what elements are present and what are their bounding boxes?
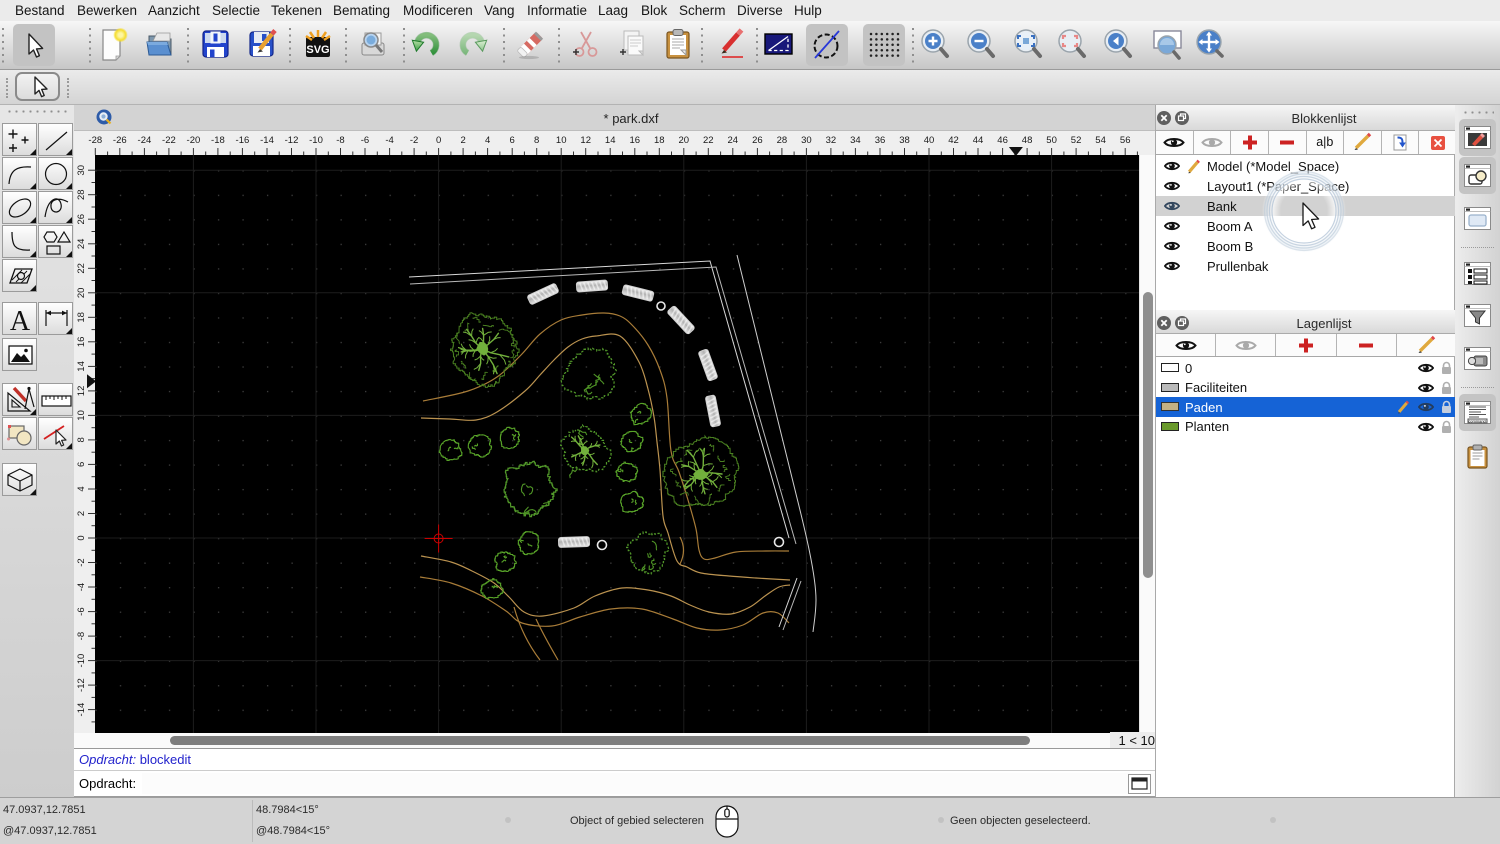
svg-text:20: 20	[679, 135, 690, 146]
svg-text:28: 28	[777, 135, 788, 146]
svg-text:10: 10	[76, 410, 87, 421]
svg-text:-18: -18	[211, 135, 225, 146]
svg-text:-6: -6	[76, 607, 87, 615]
svg-text:-14: -14	[76, 703, 87, 717]
svg-text:-12: -12	[76, 678, 87, 692]
svg-text:14: 14	[76, 361, 87, 372]
svg-text:20: 20	[76, 288, 87, 299]
svg-text:14: 14	[605, 135, 616, 146]
svg-text:10: 10	[556, 135, 567, 146]
svg-text:38: 38	[899, 135, 910, 146]
svg-text:40: 40	[924, 135, 935, 146]
svg-text:4: 4	[485, 135, 490, 146]
svg-text:30: 30	[76, 165, 87, 176]
svg-text:36: 36	[875, 135, 886, 146]
svg-text:52: 52	[1071, 135, 1082, 146]
svg-text:8: 8	[76, 437, 87, 442]
svg-text:22: 22	[76, 263, 87, 274]
svg-text:-26: -26	[113, 135, 127, 146]
svg-text:6: 6	[510, 135, 515, 146]
svg-text:32: 32	[826, 135, 837, 146]
svg-text:24: 24	[728, 135, 739, 146]
svg-text:-2: -2	[410, 135, 418, 146]
svg-text:-8: -8	[76, 632, 87, 640]
svg-text:6: 6	[76, 462, 87, 467]
svg-text:28: 28	[76, 189, 87, 200]
svg-text:18: 18	[76, 312, 87, 323]
svg-text:-20: -20	[187, 135, 201, 146]
svg-text:46: 46	[997, 135, 1008, 146]
svg-text:16: 16	[630, 135, 641, 146]
svg-text:44: 44	[973, 135, 984, 146]
svg-text:48: 48	[1022, 135, 1033, 146]
svg-text:2: 2	[76, 511, 87, 516]
svg-text:-2: -2	[76, 558, 87, 566]
svg-text:12: 12	[76, 386, 87, 397]
svg-text:-16: -16	[236, 135, 250, 146]
svg-text:26: 26	[76, 214, 87, 225]
svg-text:-8: -8	[336, 135, 344, 146]
svg-text:0: 0	[76, 535, 87, 540]
svg-text:-14: -14	[260, 135, 274, 146]
svg-text:54: 54	[1095, 135, 1106, 146]
svg-text:16: 16	[76, 337, 87, 348]
svg-text:22: 22	[703, 135, 714, 146]
svg-text:2: 2	[460, 135, 465, 146]
svg-text:24: 24	[76, 239, 87, 250]
svg-text:42: 42	[948, 135, 959, 146]
svg-text:56: 56	[1120, 135, 1131, 146]
svg-text:SVG: SVG	[306, 44, 329, 56]
svg-text:-4: -4	[385, 135, 393, 146]
svg-text:-24: -24	[138, 135, 152, 146]
svg-text:-4: -4	[76, 583, 87, 591]
svg-text:50: 50	[1046, 135, 1057, 146]
svg-text:18: 18	[654, 135, 665, 146]
svg-text:-10: -10	[76, 654, 87, 668]
svg-text:A: A	[9, 306, 30, 334]
svg-text:-22: -22	[162, 135, 176, 146]
svg-text:-10: -10	[309, 135, 323, 146]
svg-text:12: 12	[580, 135, 591, 146]
svg-text:command: command	[1468, 419, 1486, 424]
svg-text:8: 8	[534, 135, 539, 146]
svg-text:-12: -12	[285, 135, 299, 146]
svg-text:-28: -28	[88, 135, 102, 146]
svg-text:-6: -6	[361, 135, 369, 146]
svg-text:30: 30	[801, 135, 812, 146]
svg-text:34: 34	[850, 135, 861, 146]
svg-text:4: 4	[76, 486, 87, 491]
svg-text:26: 26	[752, 135, 763, 146]
svg-text:0: 0	[436, 135, 441, 146]
